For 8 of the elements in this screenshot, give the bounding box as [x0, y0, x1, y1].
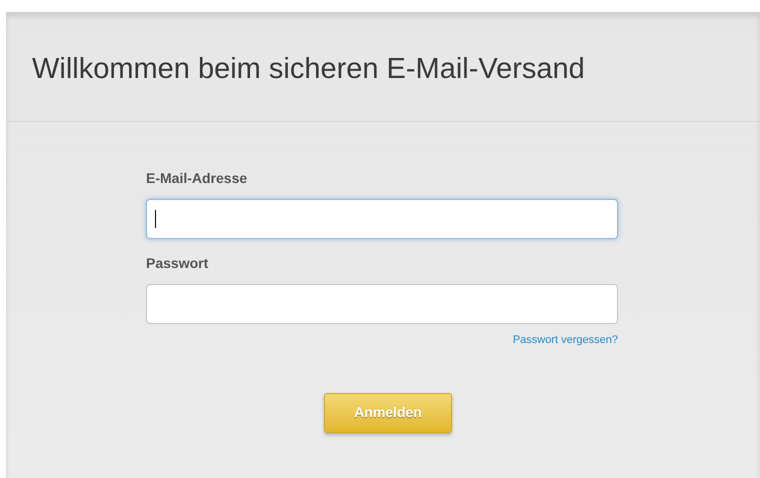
text-cursor — [155, 210, 156, 228]
input-field[interactable] — [146, 199, 618, 239]
forgot-password-link[interactable]: Passwort vergessen? — [512, 332, 618, 348]
page-title: Willkommen beim sicheren E-Mail-Versand — [32, 52, 585, 87]
field-label: E-Mail-Adresse — [146, 169, 248, 188]
login-button[interactable]: Anmelden — [324, 392, 452, 432]
input-field[interactable] — [146, 284, 618, 324]
field-label: Passwort — [146, 254, 210, 273]
